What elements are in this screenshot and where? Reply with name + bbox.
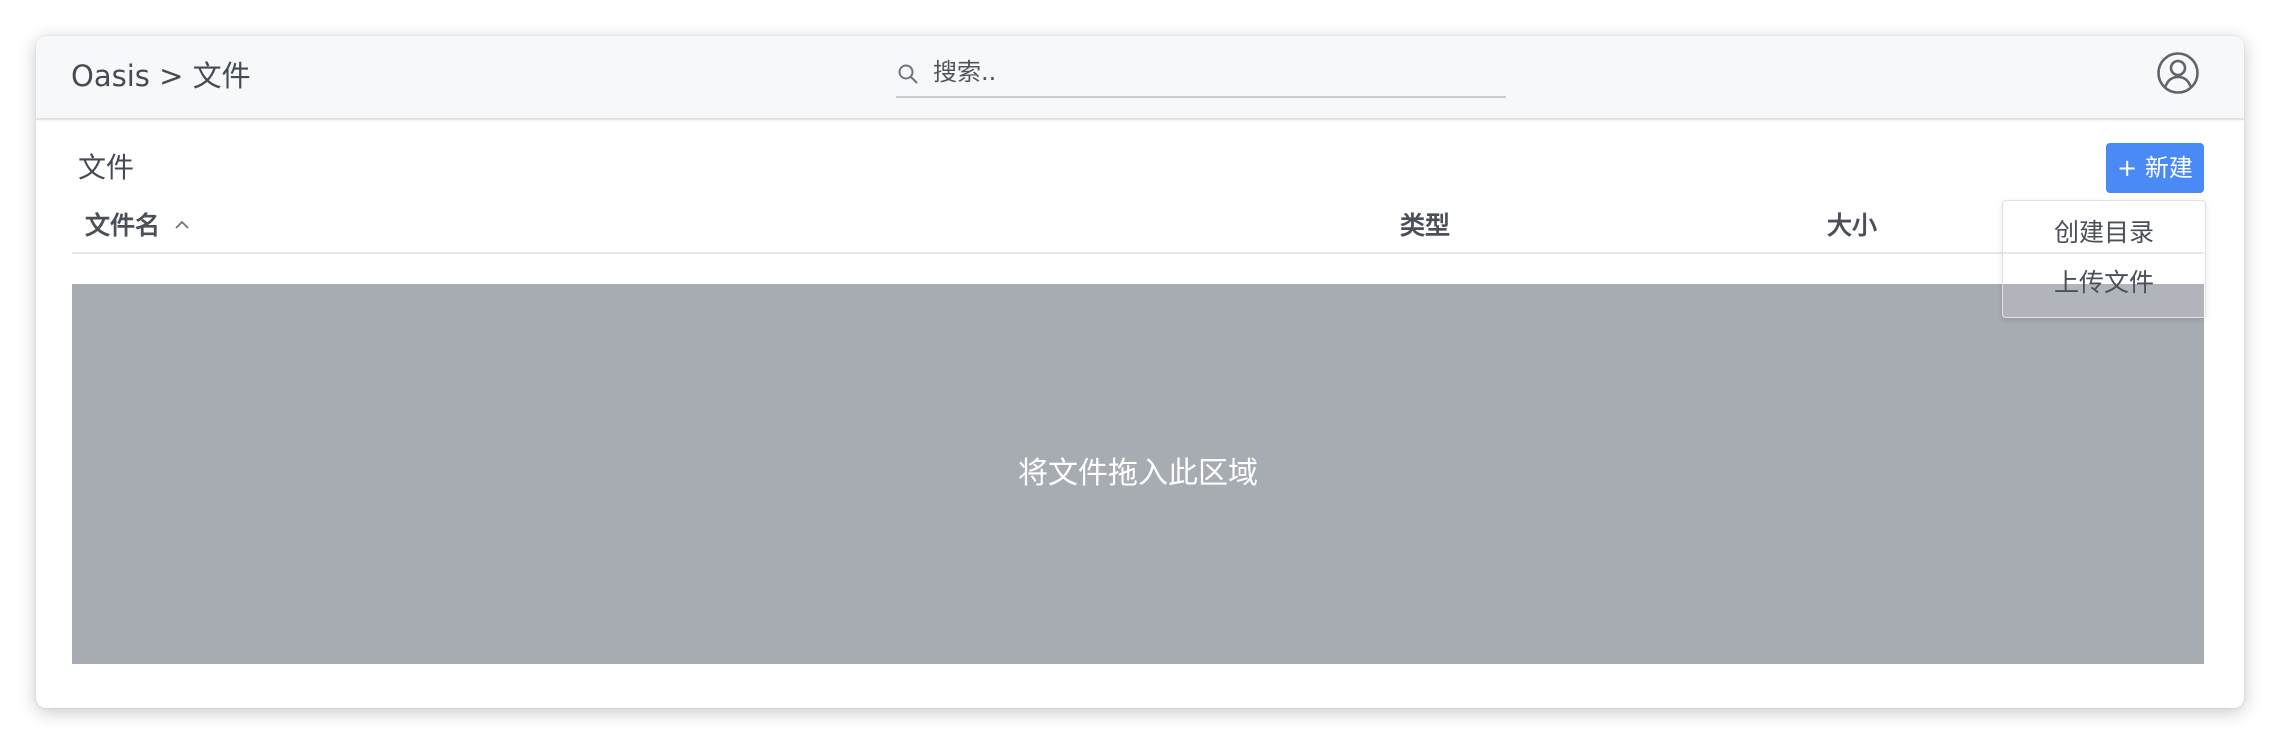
top-navigation-bar: Oasis > 文件 (36, 36, 2244, 120)
column-header-name[interactable]: 文件名 (85, 208, 190, 244)
section-title: 文件 (78, 151, 135, 184)
search-icon (898, 64, 918, 84)
file-table-header: 文件名 类型 大小 (72, 202, 2204, 254)
search-input[interactable] (933, 54, 1493, 90)
app-window: Oasis > 文件 文件 + 新建 文件名 类型 大小 将文件拖入此区域 创建… (36, 36, 2244, 708)
new-button[interactable]: + 新建 (2106, 143, 2204, 193)
chevron-up-icon (175, 220, 189, 229)
user-circle-icon[interactable] (2156, 51, 2200, 95)
menu-item-upload-file[interactable]: 上传文件 (2003, 259, 2205, 307)
search-box[interactable] (896, 50, 1506, 98)
column-header-size[interactable]: 大小 (1827, 208, 1877, 244)
column-header-type[interactable]: 类型 (1400, 208, 1450, 244)
column-header-name-label: 文件名 (85, 211, 161, 240)
breadcrumb[interactable]: Oasis > 文件 (71, 56, 251, 96)
drop-zone-label: 将文件拖入此区域 (1018, 456, 1258, 491)
file-drop-zone[interactable]: 将文件拖入此区域 (72, 284, 2204, 664)
menu-item-create-directory[interactable]: 创建目录 (2003, 209, 2205, 257)
new-menu-dropdown: 创建目录 上传文件 (2002, 200, 2206, 318)
